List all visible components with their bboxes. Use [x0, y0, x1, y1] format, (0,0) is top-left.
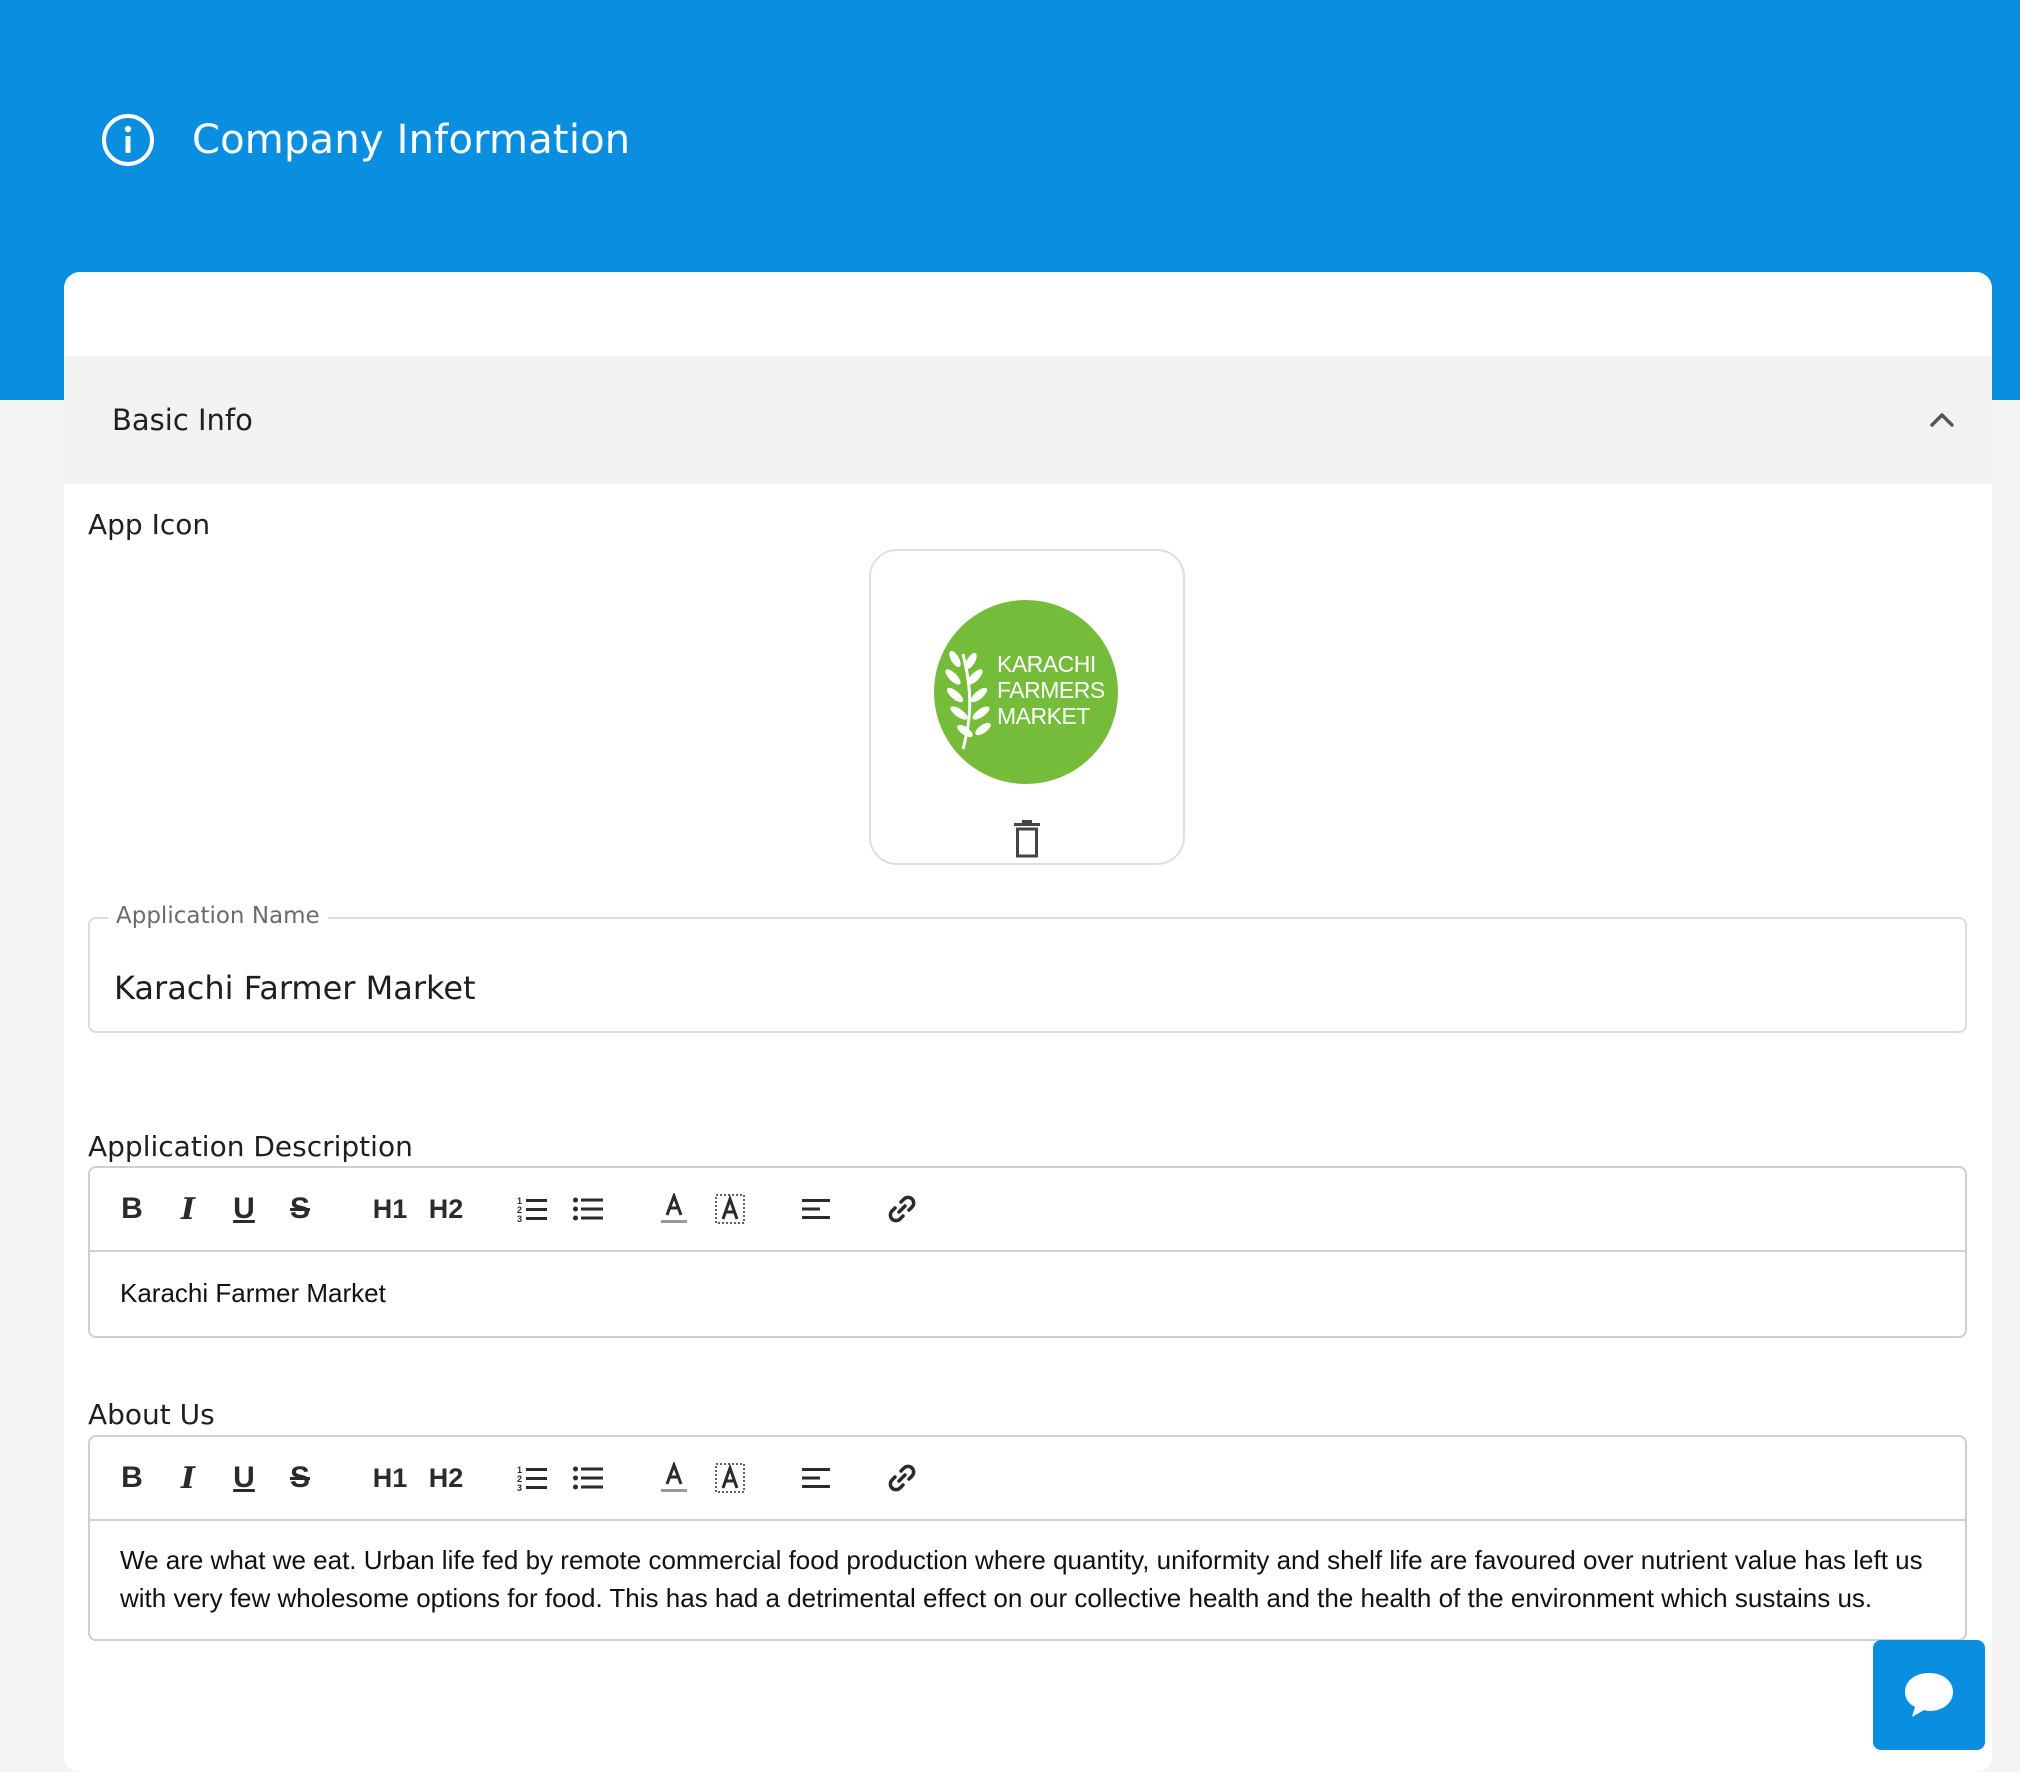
trash-icon[interactable] — [1011, 819, 1043, 859]
italic-icon[interactable]: I — [166, 1168, 210, 1250]
info-circle-icon — [102, 114, 154, 166]
bold-icon[interactable]: B — [110, 1168, 154, 1250]
heading-1-icon[interactable]: H1 — [366, 1168, 414, 1250]
ordered-list-icon[interactable]: 123 — [510, 1437, 554, 1519]
font-color-icon[interactable] — [652, 1168, 696, 1250]
company-info-card: Basic Info App Icon KARACHI FARMERS MARK… — [64, 272, 1992, 1772]
app-logo-image: KARACHI FARMERS MARKET — [934, 600, 1118, 784]
logo-text-line-3: MARKET — [997, 703, 1090, 729]
section-title: Basic Info — [112, 403, 253, 437]
font-color-icon[interactable] — [652, 1437, 696, 1519]
application-name-field[interactable]: Application Name Karachi Farmer Market — [88, 903, 1967, 1033]
highlight-color-icon[interactable] — [708, 1437, 752, 1519]
application-description-editor[interactable]: B I U S H1 H2 123 Karachi Farmer Market — [88, 1166, 1967, 1338]
underline-icon[interactable]: U — [222, 1437, 266, 1519]
application-description-label: Application Description — [88, 1130, 413, 1163]
strikethrough-icon[interactable]: S — [278, 1168, 322, 1250]
heading-2-icon[interactable]: H2 — [422, 1437, 470, 1519]
about-us-editor[interactable]: B I U S H1 H2 123 We are what we eat. Ur… — [88, 1435, 1967, 1641]
editor-toolbar: B I U S H1 H2 123 — [90, 1437, 1965, 1521]
underline-icon[interactable]: U — [222, 1168, 266, 1250]
app-icon-label: App Icon — [88, 508, 211, 541]
page-title: Company Information — [192, 117, 631, 163]
chat-button[interactable] — [1873, 1640, 1985, 1750]
italic-icon[interactable]: I — [166, 1437, 210, 1519]
about-us-content[interactable]: We are what we eat. Urban life fed by re… — [90, 1521, 1965, 1617]
link-icon[interactable] — [880, 1437, 924, 1519]
bold-icon[interactable]: B — [110, 1437, 154, 1519]
editor-toolbar: B I U S H1 H2 123 — [90, 1168, 1965, 1252]
chevron-up-icon[interactable] — [1922, 400, 1962, 440]
app-icon-preview[interactable]: KARACHI FARMERS MARKET — [869, 549, 1185, 865]
application-name-label: Application Name — [108, 903, 328, 929]
logo-text-line-1: KARACHI — [997, 651, 1096, 677]
highlight-color-icon[interactable] — [708, 1168, 752, 1250]
page-header: Company Information — [100, 100, 630, 180]
heading-2-icon[interactable]: H2 — [422, 1168, 470, 1250]
align-left-icon[interactable] — [794, 1168, 838, 1250]
link-icon[interactable] — [880, 1168, 924, 1250]
basic-info-section-header[interactable]: Basic Info — [64, 356, 1992, 484]
chat-bubble-icon — [1905, 1673, 1953, 1717]
ordered-list-icon[interactable]: 123 — [510, 1168, 554, 1250]
svg-text:3: 3 — [517, 1483, 522, 1492]
logo-text-line-2: FARMERS — [997, 677, 1105, 703]
about-us-label: About Us — [88, 1398, 215, 1431]
bullet-list-icon[interactable] — [566, 1437, 610, 1519]
application-name-input[interactable]: Karachi Farmer Market — [114, 969, 1914, 1007]
bullet-list-icon[interactable] — [566, 1168, 610, 1250]
application-description-content[interactable]: Karachi Farmer Market — [90, 1252, 1965, 1312]
svg-text:3: 3 — [517, 1214, 522, 1223]
align-left-icon[interactable] — [794, 1437, 838, 1519]
strikethrough-icon[interactable]: S — [278, 1437, 322, 1519]
heading-1-icon[interactable]: H1 — [366, 1437, 414, 1519]
